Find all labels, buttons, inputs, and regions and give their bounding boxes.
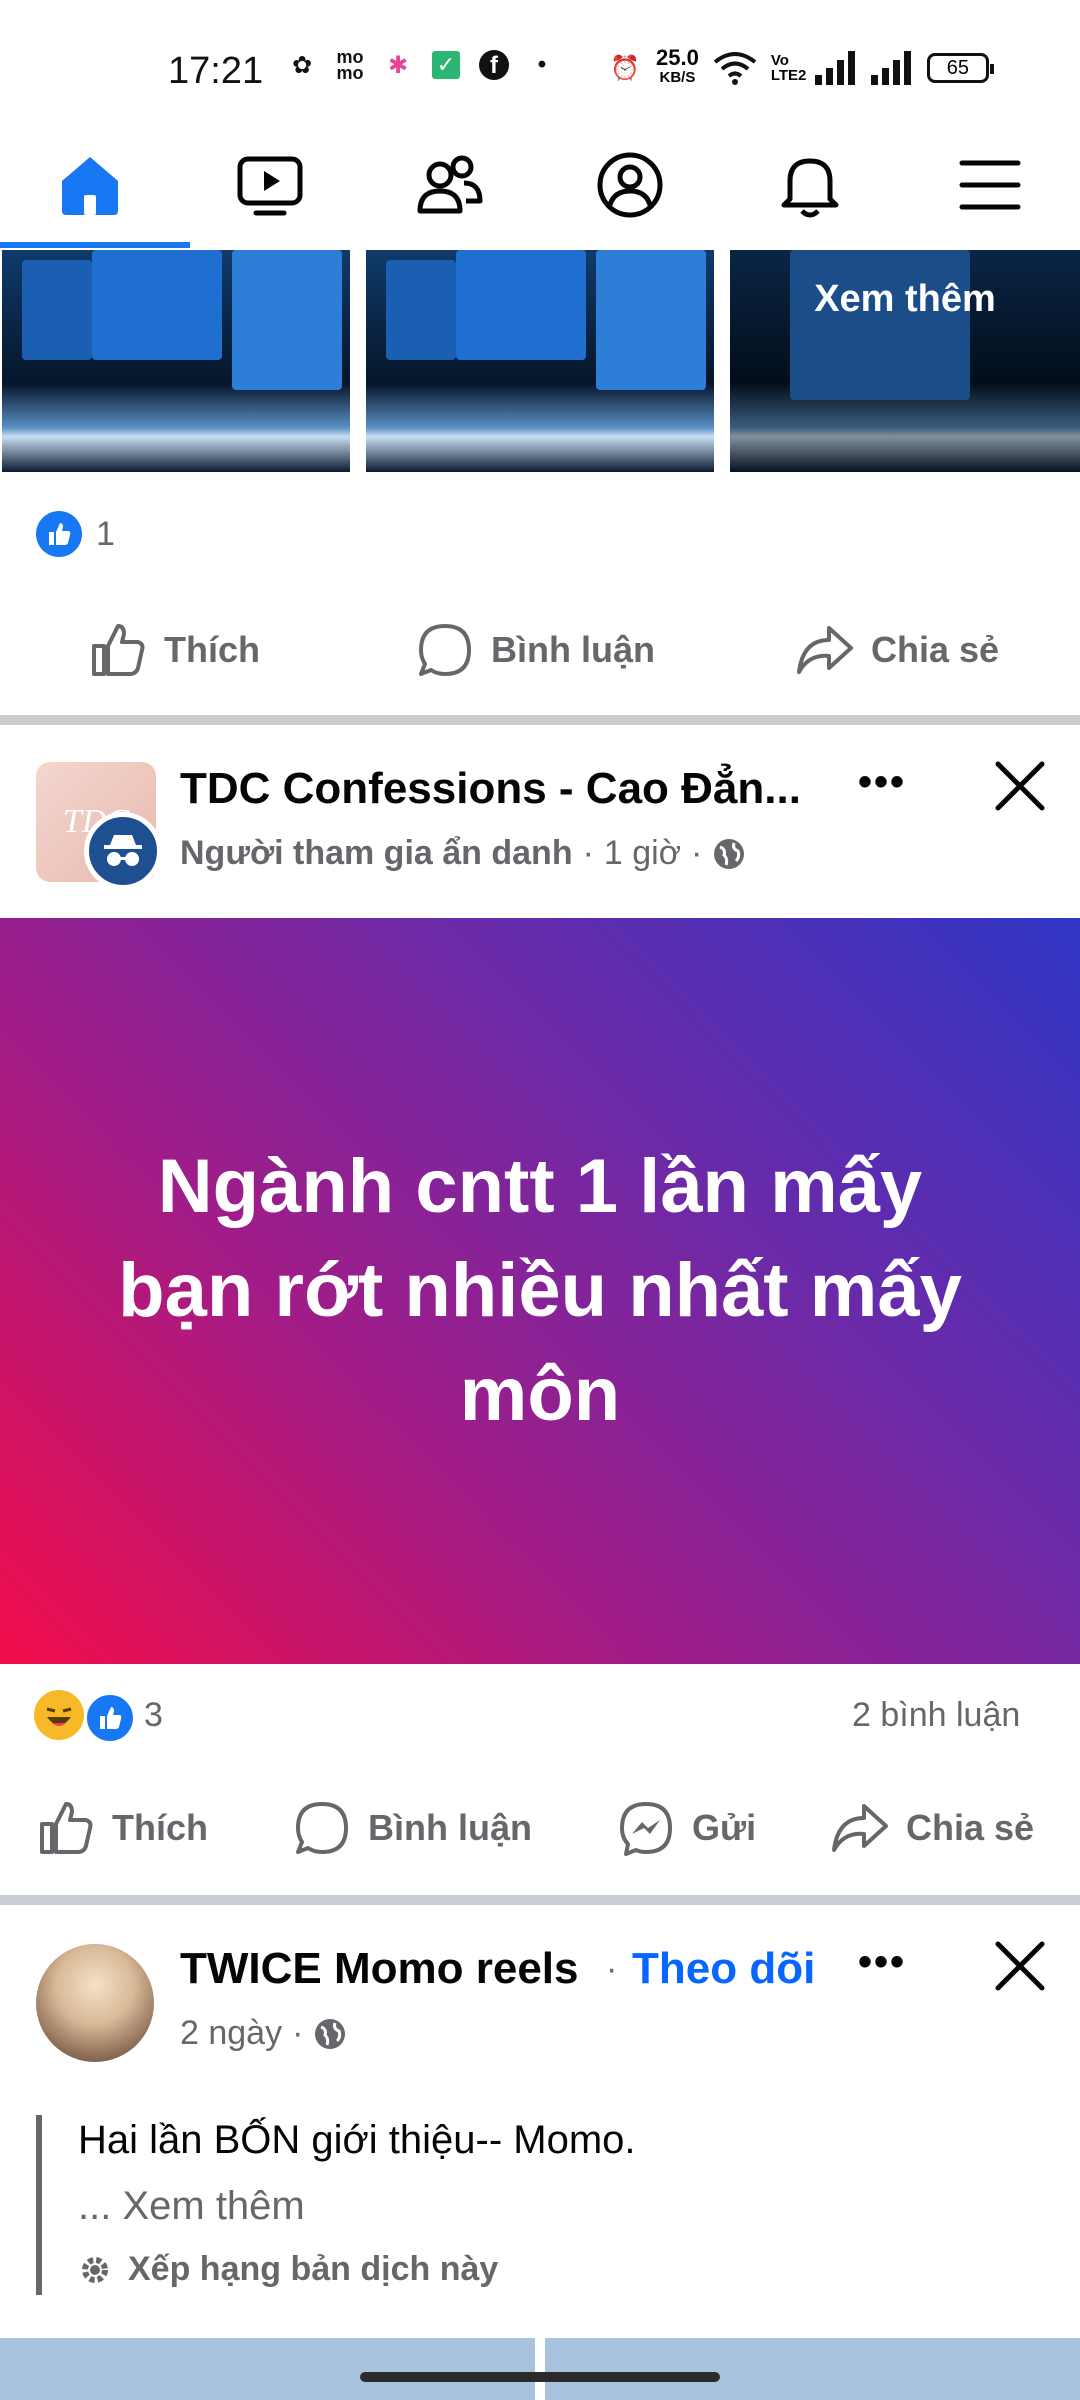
facebook-icon: f [477, 48, 511, 82]
follow-button[interactable]: Theo dõi [632, 1944, 815, 1994]
reaction-count: 3 [144, 1696, 163, 1734]
status-bar: 17:21 ✿ mo mo ✱ ✓ f • ⏰ 25.0 KB/S Vo LTE2… [0, 0, 1080, 120]
like-button[interactable]: Thích [36, 1798, 208, 1858]
nav-profile[interactable] [540, 120, 720, 250]
comment-label: Bình luận [368, 1807, 532, 1848]
nav-menu[interactable] [900, 120, 1080, 250]
comment-button[interactable]: Bình luận [292, 1798, 532, 1858]
see-more-overlay: Xem thêm [730, 250, 1080, 472]
video-icon [237, 156, 303, 216]
alarm-icon: ⏰ [610, 54, 640, 82]
anonymous-badge-icon [84, 812, 162, 890]
like-reaction-icon [84, 1692, 136, 1744]
comment-icon [419, 624, 471, 676]
close-icon[interactable] [990, 756, 1050, 816]
see-more-link[interactable]: ... Xem thêm [78, 2184, 305, 2229]
globe-icon [315, 2018, 346, 2049]
share-icon [797, 626, 853, 674]
share-icon [832, 1804, 888, 1852]
nav-video[interactable] [180, 120, 360, 250]
more-options-icon[interactable]: ••• [858, 760, 906, 805]
comment-count[interactable]: 2 bình luận [852, 1696, 1020, 1735]
meta-separator: · [691, 834, 703, 872]
status-system-icons: ⏰ 25.0 KB/S Vo LTE2 65 [608, 45, 994, 88]
post-time[interactable]: 2 ngày [180, 2014, 282, 2053]
top-nav-bar [0, 120, 1080, 250]
share-button[interactable]: Chia sẻ [795, 620, 999, 680]
share-label: Chia sẻ [871, 629, 1000, 670]
nav-friends[interactable] [360, 120, 540, 250]
nav-notifications[interactable] [720, 120, 900, 250]
gear-icon [82, 2256, 108, 2283]
post-image-more[interactable]: Xem thêm [730, 250, 1080, 472]
nav-home[interactable] [0, 120, 180, 250]
like-reaction-icon [36, 511, 82, 557]
messenger-icon [620, 1802, 672, 1856]
post-body-text: Ngành cntt 1 lần mấy bạn rớt nhiều nhất … [118, 1144, 962, 1437]
like-button[interactable]: Thích [88, 620, 260, 680]
volte-label: Vo LTE2 [770, 52, 807, 84]
meta-separator: · [292, 2014, 304, 2052]
post-image[interactable] [2, 250, 350, 472]
like-label: Thích [164, 629, 260, 670]
post-text: Hai lần BỐN giới thiệu-- Momo. [78, 2118, 636, 2162]
author-name[interactable]: Người tham gia ẩn danh [180, 834, 573, 873]
more-options-icon[interactable]: ••• [858, 1940, 906, 1985]
share-label: Chia sẻ [906, 1807, 1035, 1848]
menu-icon [959, 160, 1021, 210]
page-name[interactable]: TWICE Momo reels [180, 1944, 579, 1994]
status-time: 17:21 [168, 50, 264, 92]
circle-app-icon: ✿ [291, 51, 313, 79]
close-icon[interactable] [990, 1936, 1050, 1996]
profile-icon [597, 152, 663, 218]
globe-icon [714, 838, 745, 869]
gesture-bar[interactable] [360, 2372, 720, 2382]
colorful-app-icon: ✱ [387, 51, 409, 79]
bell-icon [781, 158, 839, 218]
page-avatar[interactable] [36, 1944, 154, 2062]
text-post-background[interactable]: Ngành cntt 1 lần mấy bạn rớt nhiều nhất … [0, 918, 1080, 1664]
battery-icon: 65 [926, 53, 994, 83]
friends-icon [417, 155, 483, 214]
meta-separator: · [582, 834, 594, 872]
green-check-app-icon: ✓ [429, 48, 463, 82]
signal-icon [870, 51, 911, 85]
share-button[interactable]: Chia sẻ [830, 1798, 1034, 1858]
post-meta: 2 ngày · [180, 2014, 347, 2053]
reaction-count: 1 [96, 515, 115, 553]
post-divider [0, 1895, 1080, 1905]
mo-mo-icon: mo mo [336, 47, 364, 83]
dot-icon: • [537, 51, 547, 78]
signal-icon [814, 51, 855, 85]
post-image[interactable] [545, 2338, 1080, 2400]
battery-level: 65 [946, 57, 969, 79]
net-speed: 25.0 KB/S [656, 45, 699, 87]
rate-translation-label: Xếp hạng bản dịch này [128, 2250, 499, 2288]
nav-active-indicator [0, 242, 190, 248]
translation-bar [36, 2115, 42, 2295]
meta-separator: · [606, 1950, 618, 1988]
haha-reaction-icon [34, 1690, 84, 1740]
like-label: Thích [112, 1807, 208, 1848]
wifi-icon [713, 52, 757, 85]
group-name[interactable]: TDC Confessions - Cao Đẳn... [180, 764, 801, 814]
comment-icon [296, 1802, 348, 1854]
thumbs-up-icon [92, 624, 145, 676]
send-label: Gửi [692, 1807, 757, 1848]
post-time[interactable]: 1 giờ [604, 834, 681, 873]
rate-translation-link[interactable]: Xếp hạng bản dịch này [78, 2250, 498, 2289]
post-divider [0, 715, 1080, 725]
status-app-icons: ✿ mo mo ✱ ✓ f • [285, 48, 559, 82]
comment-label: Bình luận [491, 629, 655, 670]
thumbs-up-icon [40, 1802, 93, 1854]
post-meta: Người tham gia ẩn danh · 1 giờ · [180, 834, 746, 873]
comment-button[interactable]: Bình luận [415, 620, 655, 680]
home-icon [62, 157, 118, 215]
post-image[interactable] [0, 2338, 535, 2400]
post-image[interactable] [366, 250, 714, 472]
send-button[interactable]: Gửi [616, 1798, 756, 1858]
